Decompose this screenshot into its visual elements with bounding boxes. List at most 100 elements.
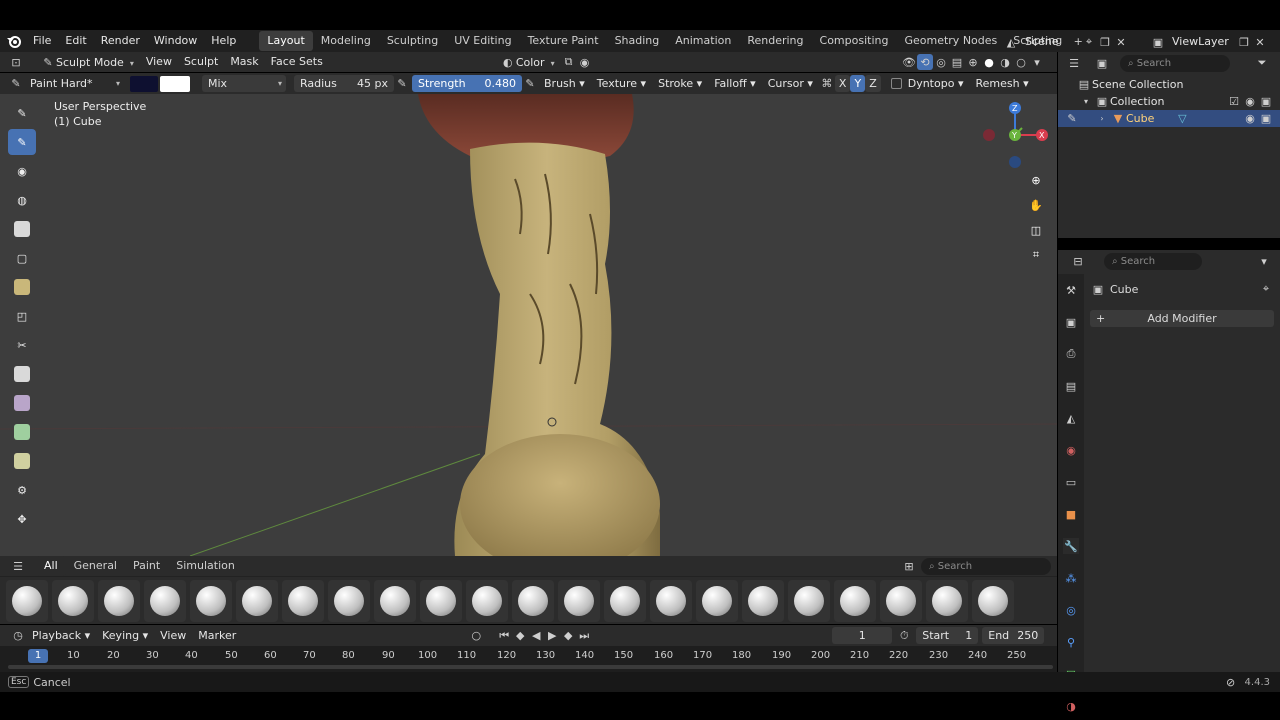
symmetry-icon[interactable]: ⧉ (561, 54, 577, 70)
radius-slider[interactable]: Radius 45 px (294, 75, 394, 92)
collection-camera-icon[interactable]: ▣ (1258, 94, 1274, 110)
strength-slider[interactable]: Strength 0.480 (412, 75, 522, 92)
menu-marker[interactable]: Marker (192, 626, 242, 646)
properties-pin-icon[interactable]: ⌖ (1258, 281, 1274, 297)
menu-face-sets[interactable]: Face Sets (265, 52, 329, 72)
pin-icon[interactable]: ⌖ (1081, 34, 1097, 50)
mirror-icon[interactable]: ⌘ (819, 76, 835, 92)
brush-pinch[interactable] (466, 579, 508, 622)
brush-thumb[interactable] (834, 579, 876, 622)
cube-eye-icon[interactable]: ◉ (1242, 111, 1258, 127)
menu-render[interactable]: Render (94, 30, 147, 52)
delete-view-layer-icon[interactable]: ✕ (1252, 34, 1268, 50)
move-tool-icon[interactable]: ✥ (8, 506, 36, 532)
brush-pose[interactable] (880, 579, 922, 622)
tab-compositing[interactable]: Compositing (812, 31, 897, 51)
brush-layer[interactable] (328, 579, 370, 622)
falloff-dropdown[interactable]: Falloff ▾ (708, 74, 762, 94)
constraints-properties-icon[interactable]: ⚲ (1063, 634, 1079, 650)
auto-keying-icon[interactable]: ○ (468, 628, 484, 644)
cursor-dropdown[interactable]: Cursor ▾ (762, 74, 819, 94)
shading-icon[interactable]: ◉ (577, 54, 593, 70)
brush-selector[interactable]: Paint Hard* ▾ (24, 75, 124, 92)
brush-noise[interactable] (696, 579, 738, 622)
brush-smooth[interactable] (742, 579, 784, 622)
tab-rendering[interactable]: Rendering (739, 31, 811, 51)
material-shading-icon[interactable]: ◑ (997, 54, 1013, 70)
wireframe-shading-icon[interactable]: ⊕ (965, 54, 981, 70)
tab-sculpting[interactable]: Sculpting (379, 31, 446, 51)
prev-keyframe-icon[interactable]: ◆ (512, 628, 528, 644)
tab-animation[interactable]: Animation (667, 31, 739, 51)
primary-color-swatch[interactable] (130, 75, 158, 92)
jump-start-icon[interactable]: ⏮ (496, 628, 512, 644)
brush-snake-hook[interactable] (788, 579, 830, 622)
dyntopo-checkbox[interactable] (890, 78, 902, 89)
menu-help[interactable]: Help (204, 30, 243, 52)
menu-file[interactable]: File (26, 30, 58, 52)
brush-clay[interactable] (52, 579, 94, 622)
expand-chevron-right-icon[interactable]: › (1094, 111, 1110, 127)
outliner-search-input[interactable]: ⌕ Search (1120, 54, 1230, 72)
brush-clay-thumb[interactable] (144, 579, 186, 622)
solid-shading-icon[interactable]: ● (981, 54, 997, 70)
current-frame-field[interactable]: 1 (832, 627, 893, 644)
brush-crease[interactable] (190, 579, 232, 622)
visibility-icon[interactable]: 👁 (901, 54, 917, 70)
next-keyframe-icon[interactable]: ◆ (560, 628, 576, 644)
overlay-icon[interactable]: ◎ (933, 54, 949, 70)
stroke-dropdown[interactable]: Stroke ▾ (652, 74, 708, 94)
shelf-tab-general[interactable]: General (66, 556, 125, 576)
scene-icon[interactable]: ◭ (1003, 34, 1019, 50)
end-frame-field[interactable]: End 250 (982, 627, 1045, 644)
cube-camera-icon[interactable]: ▣ (1258, 111, 1274, 127)
timeline-scrollbar[interactable] (8, 665, 1053, 669)
properties-editor-icon[interactable]: ⊟ (1070, 253, 1086, 269)
menu-window[interactable]: Window (147, 30, 204, 52)
zoom-icon[interactable]: ⊕ (1028, 172, 1044, 188)
menu-sculpt[interactable]: Sculpt (178, 52, 224, 72)
collection-properties-icon[interactable]: ▭ (1063, 474, 1079, 490)
texture-dropdown[interactable]: Texture ▾ (591, 74, 652, 94)
radius-pressure-icon[interactable]: ✎ (394, 76, 410, 92)
play-reverse-icon[interactable]: ◀ (528, 628, 544, 644)
particles-properties-icon[interactable]: ⁂ (1063, 570, 1079, 586)
hamburger-icon[interactable]: ☰ (10, 558, 26, 574)
world-properties-icon[interactable]: ◉ (1063, 442, 1079, 458)
timeline-editor-icon[interactable]: ◷ (10, 628, 26, 644)
menu-playback[interactable]: Playback ▾ (26, 626, 96, 646)
tab-uv-editing[interactable]: UV Editing (446, 31, 519, 51)
editor-type-icon[interactable]: ⊡ (8, 54, 24, 70)
mode-selector[interactable]: ✎ Sculpt Mode ▾ (34, 54, 140, 71)
color-dropdown[interactable]: ◐ Color ▾ (494, 54, 561, 71)
properties-search-input[interactable]: ⌕ Search (1104, 252, 1202, 270)
blender-logo-icon[interactable] (6, 33, 22, 49)
menu-edit[interactable]: Edit (58, 30, 93, 52)
rendered-shading-icon[interactable]: ○ (1013, 54, 1029, 70)
add-modifier-button[interactable]: + Add Modifier (1090, 310, 1274, 327)
shelf-tab-paint[interactable]: Paint (125, 556, 168, 576)
delete-scene-icon[interactable]: ✕ (1113, 34, 1129, 50)
strength-pressure-icon[interactable]: ✎ (522, 76, 538, 92)
view-layer-icon[interactable]: ▣ (1150, 34, 1166, 50)
physics-properties-icon[interactable]: ◎ (1063, 602, 1079, 618)
edit-face-set-tool-icon[interactable]: ⚙ (8, 477, 36, 503)
new-scene-icon[interactable]: ❐ (1097, 34, 1113, 50)
menu-keying[interactable]: Keying ▾ (96, 626, 154, 646)
paint-tool-icon[interactable]: ✎ (8, 129, 36, 155)
camera-view-icon[interactable]: ◫ (1028, 222, 1044, 238)
gizmo-icon[interactable]: ⟲ (917, 54, 933, 70)
draw-tool-icon[interactable]: ✎ (8, 100, 36, 126)
jump-end-icon[interactable]: ⏭ (576, 628, 592, 644)
properties-options-icon[interactable]: ▾ (1256, 253, 1272, 269)
scene-name[interactable]: Scene (1019, 32, 1081, 52)
stopwatch-icon[interactable]: ⏱ (896, 628, 912, 644)
view-layer-properties-icon[interactable]: ▤ (1063, 378, 1079, 394)
cloth-filter-tool-icon[interactable] (8, 419, 36, 445)
shelf-search-input[interactable]: ⌕ Search (921, 557, 1051, 575)
output-properties-icon[interactable]: ⎙ (1063, 346, 1079, 362)
remesh-dropdown[interactable]: Remesh ▾ (969, 74, 1034, 94)
tab-modeling[interactable]: Modeling (313, 31, 379, 51)
collection-checkbox[interactable]: ☑ (1226, 94, 1242, 110)
menu-view[interactable]: View (140, 52, 178, 72)
